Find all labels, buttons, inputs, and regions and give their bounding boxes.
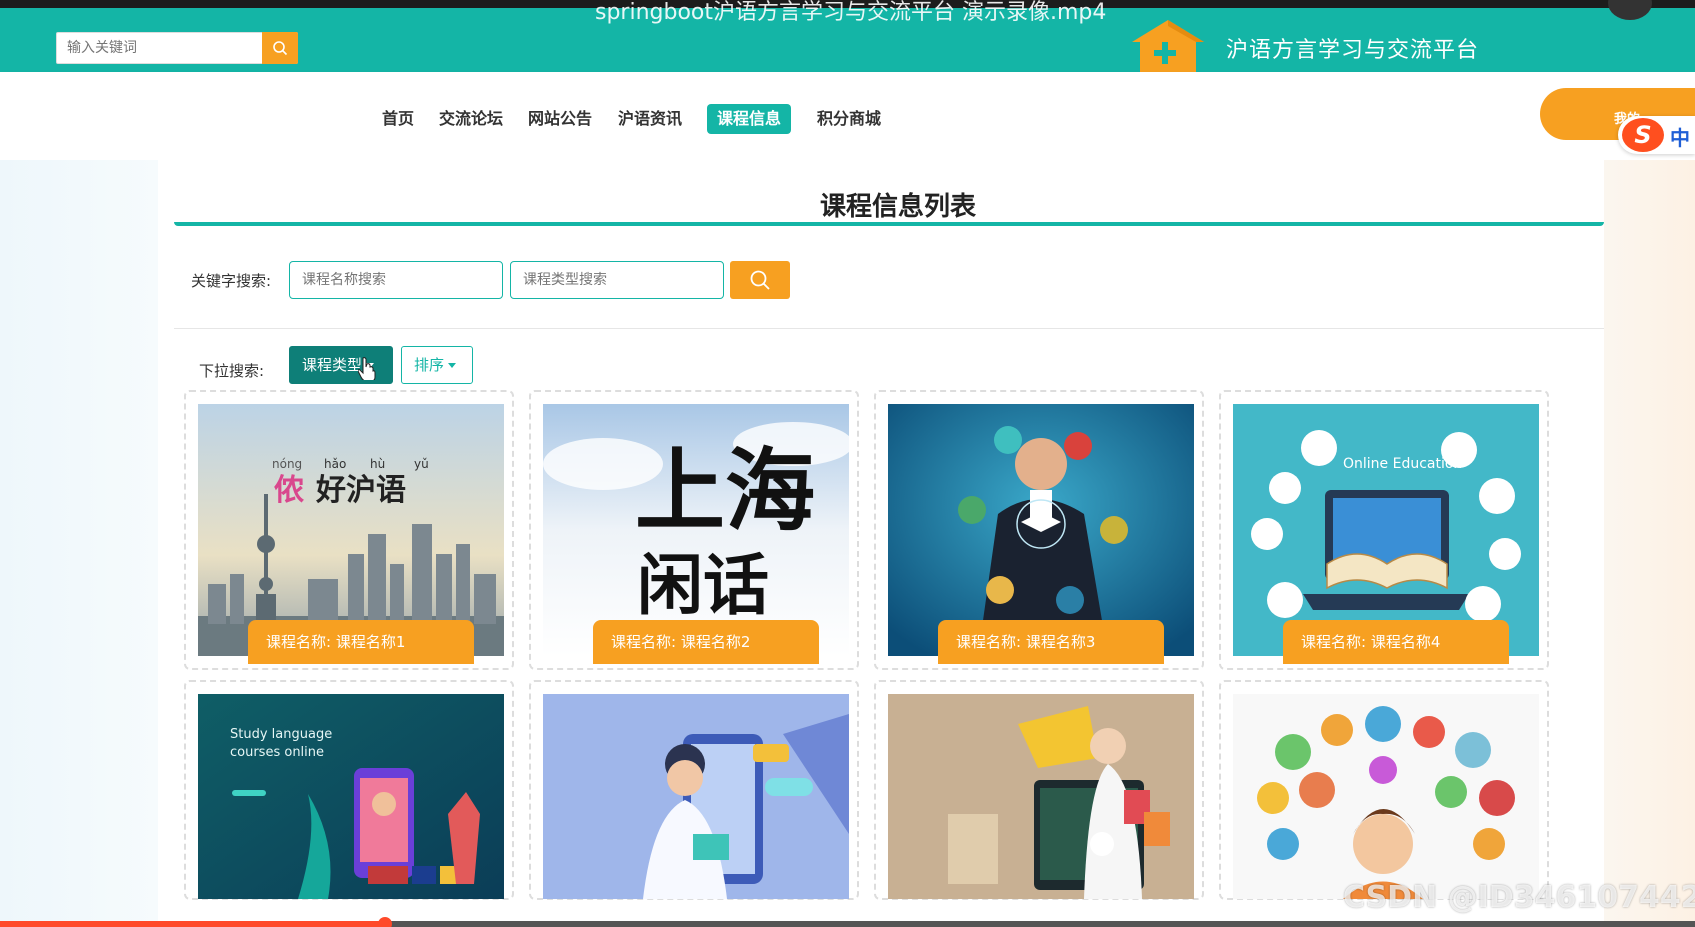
course-card-1[interactable]: nóng hǎo hù yǔ 侬 好沪语 课程名称: 课程名称1 — [184, 390, 514, 670]
course-image-8 — [1233, 694, 1539, 899]
nav-announcements[interactable]: 网站公告 — [518, 104, 602, 134]
cartoon-teacher-image — [543, 694, 849, 899]
chevron-down-icon — [448, 363, 457, 368]
course-image-2: 上海 闲话 — [543, 404, 849, 656]
house-plus-icon — [1132, 20, 1204, 72]
course-card-2-label[interactable]: 课程名称: 课程名称2 — [593, 620, 819, 664]
boy-icons-cloud-image — [1233, 694, 1539, 899]
keyword-search-button[interactable] — [730, 261, 790, 299]
course-type-search-input[interactable] — [510, 261, 724, 299]
top-bar: springboot沪语方言学习与交流平台 演示录像.mp4 沪语方言学习与交流… — [0, 0, 1695, 72]
course-card-7[interactable] — [874, 680, 1204, 900]
search-icon — [750, 270, 770, 290]
businessman-education-image — [888, 404, 1194, 656]
title-underline — [174, 222, 1604, 226]
pinyin-hu: hù — [370, 457, 385, 471]
course-name-search-input[interactable] — [289, 261, 503, 299]
course-card-1-label[interactable]: 课程名称: 课程名称1 — [248, 620, 474, 664]
csdn-watermark: CSDN @ID3461074420 — [1343, 880, 1695, 915]
keyword-search-label: 关键字搜索: — [191, 272, 272, 290]
right-backdrop — [1604, 160, 1695, 927]
search-icon — [273, 41, 288, 56]
pinyin-hao: hǎo — [324, 457, 346, 471]
course-card-2[interactable]: 上海 闲话 课程名称: 课程名称2 — [529, 390, 859, 670]
video-progress-fill — [0, 921, 385, 927]
nav-courses[interactable]: 课程信息 — [707, 104, 792, 134]
study-text-line1: Study language — [230, 727, 332, 742]
top-search-button[interactable] — [262, 32, 298, 64]
teacher-tablet-image — [888, 694, 1194, 899]
course-card-8[interactable] — [1219, 680, 1549, 900]
nav-points-mall[interactable]: 积分商城 — [807, 104, 891, 134]
calligraphy-image: 上海 闲话 — [543, 404, 849, 656]
course-card-4-label[interactable]: 课程名称: 课程名称4 — [1283, 620, 1509, 664]
course-card-5[interactable]: Study language courses online — [184, 680, 514, 900]
nav-news[interactable]: 沪语资讯 — [608, 104, 692, 134]
course-type-dropdown-label: 课程类型 — [302, 356, 363, 374]
shanghai-skyline-image: nóng hǎo hù yǔ 侬 好沪语 — [198, 404, 504, 656]
nav-forum[interactable]: 交流论坛 — [429, 104, 513, 134]
course-card-3[interactable]: 课程名称: 课程名称3 — [874, 390, 1204, 670]
brand-title: 沪语方言学习与交流平台 — [1226, 38, 1480, 63]
player-close-circle[interactable] — [1608, 0, 1652, 20]
sort-dropdown-label: 排序 — [414, 356, 445, 374]
card-2-calligraphy-bottom: 闲话 — [637, 546, 769, 624]
course-image-1: nóng hǎo hù yǔ 侬 好沪语 — [198, 404, 504, 656]
course-list-panel: 课程信息列表 关键字搜索: 下拉搜索: 课程类型 排序 nóng hǎo hù — [158, 160, 1604, 927]
left-backdrop — [0, 160, 158, 927]
course-image-5: Study language courses online — [198, 694, 504, 899]
filter-divider — [174, 328, 1604, 329]
hand-cursor-icon — [358, 357, 376, 380]
course-card-4[interactable]: Online Education 课程名称: 课程名称4 — [1219, 390, 1549, 670]
page-title: 课程信息列表 — [819, 192, 976, 222]
course-card-3-label[interactable]: 课程名称: 课程名称3 — [938, 620, 1164, 664]
ime-mode-label: 中 — [1670, 126, 1690, 150]
course-image-3 — [888, 404, 1194, 656]
nav-home[interactable]: 首页 — [372, 104, 424, 134]
ime-indicator[interactable]: S 中 — [1618, 116, 1695, 154]
card-1-title-huyu: 好沪语 — [315, 473, 406, 508]
study-online-image: Study language courses online — [198, 694, 504, 899]
online-education-image: Online Education — [1233, 404, 1539, 656]
course-image-6 — [543, 694, 849, 899]
course-type-dropdown[interactable]: 课程类型 — [289, 346, 393, 384]
card-2-calligraphy-top: 上海 — [635, 438, 815, 544]
study-text-line2: courses online — [230, 745, 324, 760]
card-1-title-nong: 侬 — [274, 473, 305, 508]
sogou-ime-icon: S — [1622, 118, 1664, 152]
course-image-7 — [888, 694, 1194, 899]
main-nav: 首页 交流论坛 网站公告 沪语资讯 课程信息 积分商城 我的 S 中 — [0, 72, 1695, 160]
video-progress-knob[interactable] — [378, 917, 392, 927]
dropdown-search-label: 下拉搜索: — [199, 362, 265, 380]
course-card-6[interactable] — [529, 680, 859, 900]
pinyin-yu: yǔ — [414, 457, 429, 471]
pinyin-nong: nóng — [272, 457, 302, 471]
course-image-4: Online Education — [1233, 404, 1539, 656]
sort-dropdown[interactable]: 排序 — [401, 346, 473, 384]
video-title-overlay: springboot沪语方言学习与交流平台 演示录像.mp4 — [595, 0, 1107, 25]
